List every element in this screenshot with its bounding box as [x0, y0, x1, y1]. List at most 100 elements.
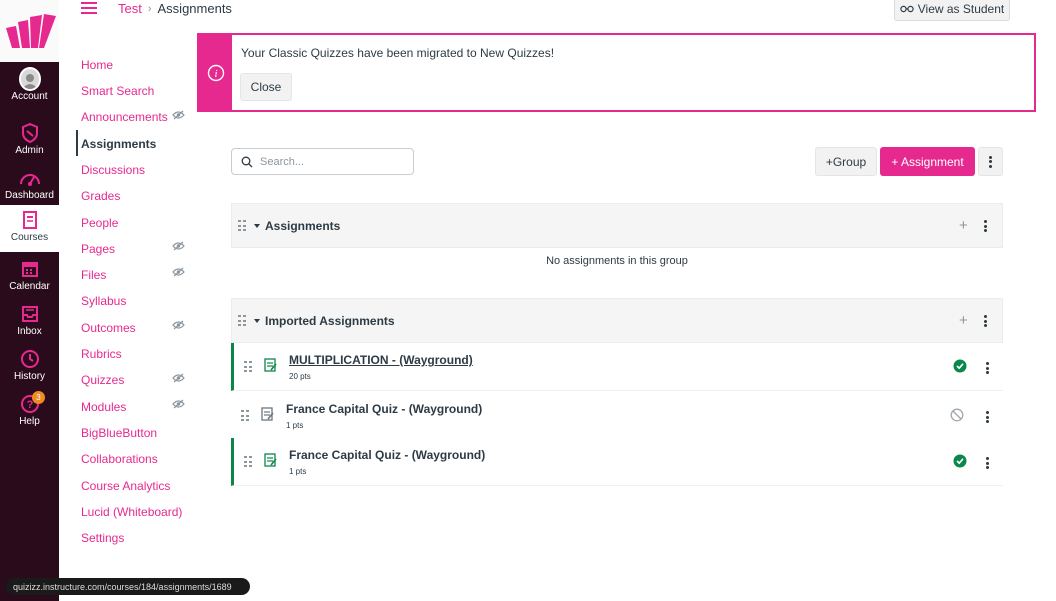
glasses-icon: [900, 5, 914, 12]
global-nav-courses[interactable]: Courses: [0, 205, 59, 252]
global-nav-label: Courses: [10, 232, 49, 243]
assignment-kebab-icon[interactable]: [986, 362, 989, 374]
add-assignment-button[interactable]: + Assignment: [880, 147, 975, 176]
course-nav-smart-search[interactable]: Smart Search: [81, 84, 154, 98]
assignment-title-link[interactable]: MULTIPLICATION - (Wayground): [289, 353, 473, 367]
hidden-eye-icon: [172, 110, 185, 120]
assignment-points: 20 pts: [289, 372, 311, 381]
clock-icon: [19, 348, 41, 370]
hidden-eye-icon: [172, 241, 185, 251]
unpublished-icon[interactable]: [950, 408, 964, 422]
course-nav-pages[interactable]: Pages: [81, 242, 115, 256]
group-kebab-icon[interactable]: [984, 315, 987, 327]
course-nav-announcements[interactable]: Announcements: [81, 110, 168, 124]
brand-logo[interactable]: [0, 0, 59, 62]
assignment-kebab-icon[interactable]: [986, 411, 989, 423]
global-nav-history[interactable]: History: [0, 344, 59, 389]
global-nav-label: Calendar: [9, 281, 50, 292]
flash-alert: i Your Classic Quizzes have been migrate…: [197, 33, 1036, 112]
drag-handle-icon[interactable]: [238, 220, 246, 232]
browser-status-url: quizizz.instructure.com/courses/184/assi…: [6, 578, 250, 595]
drag-handle-icon[interactable]: [244, 361, 252, 373]
assignment-group-header: Assignments +: [231, 203, 1003, 248]
published-check-icon[interactable]: [953, 454, 967, 468]
hidden-eye-icon: [172, 373, 185, 383]
course-nav-syllabus[interactable]: Syllabus: [81, 294, 126, 308]
dashboard-gauge-icon: [19, 167, 41, 189]
alert-close-button[interactable]: Close: [240, 73, 292, 101]
breadcrumb-course[interactable]: Test: [118, 1, 142, 16]
course-nav-grades[interactable]: Grades: [81, 189, 120, 203]
course-nav-files[interactable]: Files: [81, 268, 106, 282]
brand-logo-icon: [5, 14, 56, 48]
assignment-row[interactable]: MULTIPLICATION - (Wayground) 20 pts: [231, 343, 1003, 391]
quiz-assignment-icon: [264, 358, 277, 372]
global-nav-calendar[interactable]: Calendar: [0, 254, 59, 299]
assignment-row[interactable]: France Capital Quiz - (Wayground) 1 pts: [231, 392, 1003, 440]
search-field[interactable]: [231, 148, 414, 175]
hidden-eye-icon: [172, 267, 185, 277]
global-nav-account[interactable]: Account: [0, 64, 59, 109]
course-nav-discussions[interactable]: Discussions: [81, 163, 145, 177]
course-nav-collaborations[interactable]: Collaborations: [81, 452, 158, 466]
drag-handle-icon[interactable]: [244, 456, 252, 468]
course-nav-course-analytics[interactable]: Course Analytics: [81, 479, 170, 493]
published-check-icon[interactable]: [953, 359, 967, 373]
empty-group-message: No assignments in this group: [546, 255, 688, 267]
breadcrumb-separator: ›: [147, 2, 152, 15]
assignment-title-link[interactable]: France Capital Quiz - (Wayground): [286, 402, 482, 416]
global-nav-inbox[interactable]: Inbox: [0, 299, 59, 344]
course-nav-modules[interactable]: Modules: [81, 400, 126, 414]
assignment-group-title: Assignments: [265, 218, 341, 233]
drag-handle-icon[interactable]: [238, 315, 246, 327]
global-nav-dashboard[interactable]: Dashboard: [0, 163, 59, 208]
global-nav-label: Help: [19, 416, 40, 427]
global-nav-help[interactable]: ? 3 Help: [0, 389, 59, 434]
course-nav-rubrics[interactable]: Rubrics: [81, 347, 122, 361]
add-to-group-plus-icon[interactable]: +: [959, 313, 968, 328]
book-icon: [19, 209, 41, 231]
course-nav-assignments[interactable]: Assignments: [81, 137, 156, 151]
assignment-points: 1 pts: [289, 467, 307, 476]
info-icon: i: [207, 64, 224, 81]
global-nav: Account Admin Dashboard Courses Calendar…: [0, 0, 59, 601]
course-nav-settings[interactable]: Settings: [81, 531, 124, 545]
global-nav-label: History: [13, 371, 46, 382]
assignment-title-link[interactable]: France Capital Quiz - (Wayground): [289, 448, 485, 462]
search-input[interactable]: [260, 155, 400, 168]
drag-handle-icon[interactable]: [241, 410, 249, 422]
add-to-group-plus-icon[interactable]: +: [959, 218, 968, 233]
hidden-eye-icon: [172, 399, 185, 409]
group-kebab-icon[interactable]: [984, 220, 987, 232]
add-group-button[interactable]: +Group: [815, 147, 877, 176]
course-nav-people[interactable]: People: [81, 216, 118, 230]
course-nav-outcomes[interactable]: Outcomes: [81, 321, 136, 335]
settings-kebab-button[interactable]: [978, 147, 1003, 176]
caret-down-icon: [254, 318, 260, 323]
calendar-icon: [19, 258, 41, 280]
course-nav-lucid-whiteboard[interactable]: Lucid (Whiteboard): [81, 505, 182, 519]
global-nav-label: Inbox: [17, 326, 42, 337]
account-avatar-icon: [18, 67, 41, 91]
kebab-icon: [989, 155, 992, 168]
breadcrumb: Test › Assignments: [118, 1, 232, 16]
course-nav-home[interactable]: Home: [81, 58, 113, 72]
course-nav-active-indicator: [76, 130, 78, 156]
assignment-kebab-icon[interactable]: [986, 457, 989, 469]
view-as-student-label: View as Student: [917, 1, 1005, 16]
global-nav-label: Admin: [15, 145, 44, 156]
search-icon: [241, 156, 253, 167]
caret-down-icon: [254, 223, 260, 228]
assignment-group-toggle[interactable]: Assignments: [254, 219, 340, 233]
global-nav-admin[interactable]: Admin: [0, 118, 59, 163]
alert-icon-strip: i: [199, 35, 232, 110]
top-bar: Test › Assignments View as Student: [59, 0, 1056, 22]
assignment-group-toggle[interactable]: Imported Assignments: [254, 314, 395, 328]
hamburger-menu-icon[interactable]: [81, 2, 97, 14]
course-nav-bigbluebutton[interactable]: BigBlueButton: [81, 426, 157, 440]
assignment-row[interactable]: France Capital Quiz - (Wayground) 1 pts: [231, 438, 1003, 486]
quiz-assignment-icon: [264, 453, 277, 467]
course-nav-quizzes[interactable]: Quizzes: [81, 373, 124, 387]
alert-message: Your Classic Quizzes have been migrated …: [241, 46, 555, 60]
view-as-student-button[interactable]: View as Student: [894, 0, 1010, 21]
